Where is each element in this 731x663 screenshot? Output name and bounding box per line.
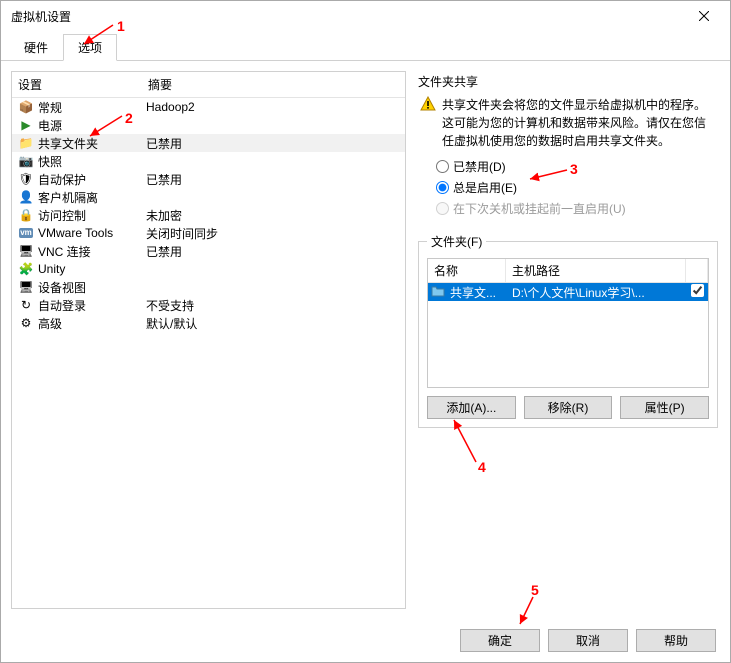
vm-settings-window: 虚拟机设置 硬件 选项 设置 摘要 📦常规Hadoop2▶电源📁共享文件夹已禁用… <box>0 0 731 663</box>
row-summary: Hadoop2 <box>146 100 399 114</box>
row-summary: 未加密 <box>146 207 399 224</box>
row-label: Unity <box>38 262 146 276</box>
row-icon: 📷 <box>18 153 34 169</box>
radio-disabled-input[interactable] <box>436 160 449 173</box>
row-icon: ⚙ <box>18 315 34 331</box>
folder-list-header: 名称 主机路径 <box>428 259 708 283</box>
list-header: 设置 摘要 <box>12 72 405 98</box>
radio-until: 在下次关机或挂起前一直启用(U) <box>418 198 718 219</box>
folder-name: 共享文... <box>450 284 506 301</box>
help-button[interactable]: 帮助 <box>636 629 716 652</box>
row-icon: ▶ <box>18 117 34 133</box>
list-row[interactable]: ↻自动登录不受支持 <box>12 296 405 314</box>
tab-hardware[interactable]: 硬件 <box>9 34 63 61</box>
row-icon: 📁 <box>18 135 34 151</box>
ok-button[interactable]: 确定 <box>460 629 540 652</box>
add-button[interactable]: 添加(A)... <box>427 396 516 419</box>
row-icon: 🖥 <box>18 243 34 259</box>
list-row[interactable]: 👤客户机隔离 <box>12 188 405 206</box>
row-icon: 🛡 <box>18 171 34 187</box>
options-panel: 文件夹共享 共享文件夹会将您的文件显示给虚拟机中的程序。这可能为您的计算机和数据… <box>416 71 720 609</box>
row-summary: 默认/默认 <box>146 315 399 332</box>
properties-button[interactable]: 属性(P) <box>620 396 709 419</box>
row-icon: 🖥 <box>18 279 34 295</box>
list-row[interactable]: 📁共享文件夹已禁用 <box>12 134 405 152</box>
row-icon: 📦 <box>18 99 34 115</box>
row-label: 电源 <box>38 117 146 134</box>
list-body: 📦常规Hadoop2▶电源📁共享文件夹已禁用📷快照🛡自动保护已禁用👤客户机隔离🔒… <box>12 98 405 608</box>
titlebar: 虚拟机设置 <box>1 1 730 31</box>
col-summary: 摘要 <box>142 72 405 97</box>
row-summary: 已禁用 <box>146 243 399 260</box>
warning-box: 共享文件夹会将您的文件显示给虚拟机中的程序。这可能为您的计算机和数据带来风险。请… <box>418 94 718 156</box>
row-label: 常规 <box>38 99 146 116</box>
col-setting: 设置 <box>12 72 142 97</box>
folders-fieldset: 文件夹(F) 名称 主机路径 共享文... D:\个人文件\Linux学习\..… <box>418 233 718 428</box>
row-label: 自动登录 <box>38 297 146 314</box>
row-label: 客户机隔离 <box>38 189 146 206</box>
list-row[interactable]: ▶电源 <box>12 116 405 134</box>
settings-list: 设置 摘要 📦常规Hadoop2▶电源📁共享文件夹已禁用📷快照🛡自动保护已禁用👤… <box>11 71 406 609</box>
warning-text: 共享文件夹会将您的文件显示给虚拟机中的程序。这可能为您的计算机和数据带来风险。请… <box>442 96 716 150</box>
tab-bar: 硬件 选项 <box>1 33 730 61</box>
row-icon: vm <box>18 225 34 241</box>
folder-list: 名称 主机路径 共享文... D:\个人文件\Linux学习\... <box>427 258 709 388</box>
list-row[interactable]: 🔒访问控制未加密 <box>12 206 405 224</box>
list-row[interactable]: 🖥VNC 连接已禁用 <box>12 242 405 260</box>
window-title: 虚拟机设置 <box>11 8 71 25</box>
close-icon <box>699 11 709 21</box>
row-label: 设备视图 <box>38 279 146 296</box>
content-area: 设置 摘要 📦常规Hadoop2▶电源📁共享文件夹已禁用📷快照🛡自动保护已禁用👤… <box>1 61 730 619</box>
bottom-bar: 确定 取消 帮助 <box>1 619 730 662</box>
list-row[interactable]: vm VMware Tools关闭时间同步 <box>12 224 405 242</box>
row-icon: 👤 <box>18 189 34 205</box>
list-row[interactable]: 🧩 Unity <box>12 260 405 278</box>
list-row[interactable]: 📦常规Hadoop2 <box>12 98 405 116</box>
folder-col-path: 主机路径 <box>506 259 686 282</box>
cancel-button[interactable]: 取消 <box>548 629 628 652</box>
row-label: 共享文件夹 <box>38 135 146 152</box>
folder-col-check <box>686 259 708 282</box>
row-summary: 关闭时间同步 <box>146 225 399 242</box>
radio-disabled-label: 已禁用(D) <box>453 158 506 175</box>
folders-legend: 文件夹(F) <box>427 233 486 250</box>
row-label: 快照 <box>38 153 146 170</box>
row-summary: 不受支持 <box>146 297 399 314</box>
row-label: 访问控制 <box>38 207 146 224</box>
folder-enabled[interactable] <box>686 284 708 300</box>
tab-options[interactable]: 选项 <box>63 34 117 61</box>
folder-row[interactable]: 共享文... D:\个人文件\Linux学习\... <box>428 283 708 301</box>
folder-path: D:\个人文件\Linux学习\... <box>506 284 686 301</box>
row-icon: ↻ <box>18 297 34 313</box>
radio-disabled[interactable]: 已禁用(D) <box>418 156 718 177</box>
row-summary: 已禁用 <box>146 171 399 188</box>
radio-until-label: 在下次关机或挂起前一直启用(U) <box>453 200 626 217</box>
share-title: 文件夹共享 <box>418 73 718 90</box>
share-section: 文件夹共享 共享文件夹会将您的文件显示给虚拟机中的程序。这可能为您的计算机和数据… <box>418 73 718 219</box>
row-label: VMware Tools <box>38 226 146 240</box>
list-row[interactable]: 🛡自动保护已禁用 <box>12 170 405 188</box>
radio-always-label: 总是启用(E) <box>453 179 517 196</box>
list-row[interactable]: 📷快照 <box>12 152 405 170</box>
folder-buttons: 添加(A)... 移除(R) 属性(P) <box>427 396 709 419</box>
folder-icon <box>431 284 447 301</box>
folder-col-name: 名称 <box>428 259 506 282</box>
folder-checkbox[interactable] <box>691 284 704 297</box>
row-icon: 🔒 <box>18 207 34 223</box>
row-label: 自动保护 <box>38 171 146 188</box>
radio-always-input[interactable] <box>436 181 449 194</box>
close-button[interactable] <box>684 2 724 30</box>
list-row[interactable]: ⚙高级默认/默认 <box>12 314 405 332</box>
radio-until-input <box>436 202 449 215</box>
remove-button[interactable]: 移除(R) <box>524 396 613 419</box>
row-label: VNC 连接 <box>38 243 146 260</box>
warning-icon <box>420 96 436 112</box>
row-label: 高级 <box>38 315 146 332</box>
list-row[interactable]: 🖥设备视图 <box>12 278 405 296</box>
row-summary: 已禁用 <box>146 135 399 152</box>
radio-always[interactable]: 总是启用(E) <box>418 177 718 198</box>
row-icon: 🧩 <box>18 261 34 277</box>
